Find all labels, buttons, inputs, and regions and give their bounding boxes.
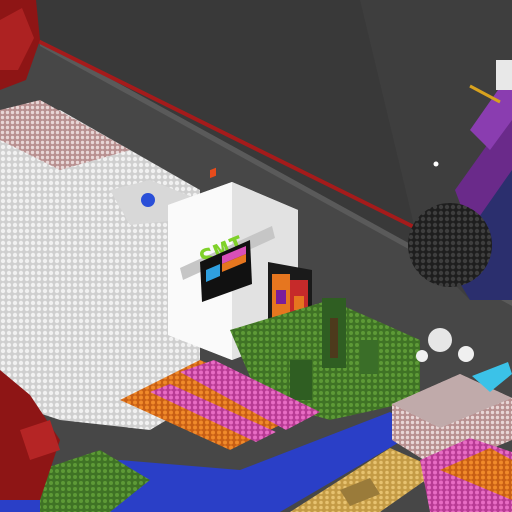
tree-2 (290, 360, 312, 400)
tree-3 (360, 340, 378, 374)
crosshair (433, 161, 439, 167)
coal-sphere (408, 203, 492, 287)
game-viewport[interactable]: SMI (0, 0, 512, 512)
world-render: SMI (0, 0, 512, 512)
